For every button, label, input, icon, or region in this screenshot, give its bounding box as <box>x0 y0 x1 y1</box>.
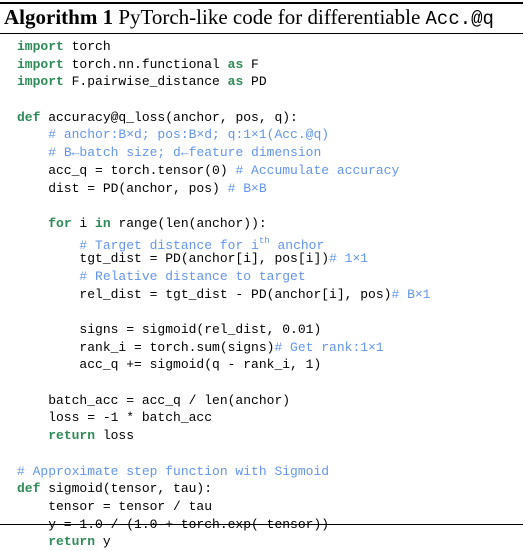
code-text: rel_dist = tgt_dist - PD(anchor[i], pos) <box>17 286 392 302</box>
code-comment: # Accumulate accuracy <box>235 162 400 178</box>
code-line: import F.pairwise_distance as PD <box>17 73 430 91</box>
code-text: tensor = tensor / tau <box>17 498 213 514</box>
code-keyword: return <box>48 534 96 550</box>
code-text: torch.nn.functional <box>63 56 228 72</box>
algorithm-box: Algorithm 1 PyTorch-like code for differ… <box>0 0 525 549</box>
code-keyword: as <box>227 56 244 72</box>
code-line: dist = PD(anchor, pos) # B×B <box>17 180 430 198</box>
code-line: def sigmoid(tensor, tau): <box>17 480 430 498</box>
code-text: accuracy@q_loss(anchor, pos, q): <box>40 109 298 125</box>
code-comment: # B×B <box>227 180 267 196</box>
code-text: F <box>243 56 259 72</box>
code-line: rel_dist = tgt_dist - PD(anchor[i], pos)… <box>17 286 430 304</box>
code-keyword: def <box>17 481 41 497</box>
top-rule <box>0 2 523 4</box>
code-line: acc_q += sigmoid(q - rank_i, 1) <box>17 356 430 374</box>
code-text: loss = -1 * batch_acc <box>17 410 213 426</box>
code-text: signs = sigmoid(rel_dist, 0.01) <box>17 322 322 337</box>
code-text: loss <box>95 428 135 444</box>
code-line: import torch <box>17 38 430 56</box>
code-keyword: return <box>48 428 96 444</box>
caption-text: PyTorch-like code for differentiable <box>118 5 421 29</box>
code-keyword: in <box>95 215 111 231</box>
code-text: torch <box>63 39 111 54</box>
code-text: acc_q = torch.tensor(0) <box>17 162 236 178</box>
code-keyword: as <box>227 74 244 90</box>
code-keyword: import <box>17 74 64 90</box>
code-text: y <box>95 534 111 550</box>
code-text: PD <box>243 74 267 90</box>
code-comment: # Approximate step function with Sigmoid <box>17 463 330 479</box>
code-line: loss = -1 * batch_acc <box>17 409 430 427</box>
code-text: rank_i = torch.sum(signs) <box>17 339 275 355</box>
code-line: # B←batch size; d←feature dimension <box>17 144 430 162</box>
code-listing: import torch import torch.nn.functional a… <box>17 38 430 551</box>
code-keyword: import <box>17 39 64 54</box>
algorithm-caption: Algorithm 1 PyTorch-like code for differ… <box>4 5 494 31</box>
code-line: # Relative distance to target <box>17 268 430 286</box>
code-keyword: def <box>17 109 41 125</box>
code-keyword: import <box>17 56 64 72</box>
code-line: tgt_dist = PD(anchor[i], pos[i])# 1×1 <box>17 250 430 268</box>
code-text: acc_q += sigmoid(q - rank_i, 1) <box>17 357 322 373</box>
code-line: # Target distance for ith anchor <box>17 233 430 253</box>
code-line: batch_acc = acc_q / len(anchor) <box>17 392 430 410</box>
bottom-rule <box>0 524 523 525</box>
code-line: def accuracy@q_loss(anchor, pos, q): <box>17 109 430 127</box>
code-line: for i in range(len(anchor)): <box>17 215 430 233</box>
code-line: tensor = tensor / tau <box>17 498 430 516</box>
code-line: # anchor:B×d; pos:B×d; q:1×1(Acc.@q) <box>17 126 430 144</box>
code-text: i <box>71 215 96 231</box>
code-comment: # Get rank:1×1 <box>274 339 384 355</box>
caption-code: Acc.@q <box>425 8 494 30</box>
code-text: tgt_dist = PD(anchor[i], pos[i]) <box>17 251 330 267</box>
code-comment: # anchor:B×d; pos:B×d; q:1×1(Acc.@q) <box>48 127 330 143</box>
code-line: # Approximate step function with Sigmoid <box>17 463 430 481</box>
code-comment: th <box>258 235 270 246</box>
code-text: sigmoid(tensor, tau): <box>40 481 213 497</box>
code-comment: # B×1 <box>391 286 431 302</box>
code-line: signs = sigmoid(rel_dist, 0.01) <box>17 321 430 339</box>
code-comment: # Relative distance to target <box>79 268 306 284</box>
algorithm-label: Algorithm 1 <box>4 5 114 29</box>
code-line: acc_q = torch.tensor(0) # Accumulate acc… <box>17 162 430 180</box>
code-line: import torch.nn.functional as F <box>17 56 430 74</box>
code-comment: # 1×1 <box>329 251 369 267</box>
code-keyword: for <box>48 215 72 231</box>
code-line: rank_i = torch.sum(signs)# Get rank:1×1 <box>17 339 430 357</box>
code-text: range(len(anchor)): <box>110 215 267 231</box>
code-text: dist = PD(anchor, pos) <box>17 180 228 196</box>
code-text: F.pairwise_distance <box>63 74 228 90</box>
code-line: return loss <box>17 427 430 445</box>
code-comment: # B←batch size; d←feature dimension <box>48 145 322 161</box>
caption-rule <box>0 33 523 34</box>
code-line: return y <box>17 533 430 551</box>
code-text: batch_acc = acc_q / len(anchor) <box>17 392 291 408</box>
